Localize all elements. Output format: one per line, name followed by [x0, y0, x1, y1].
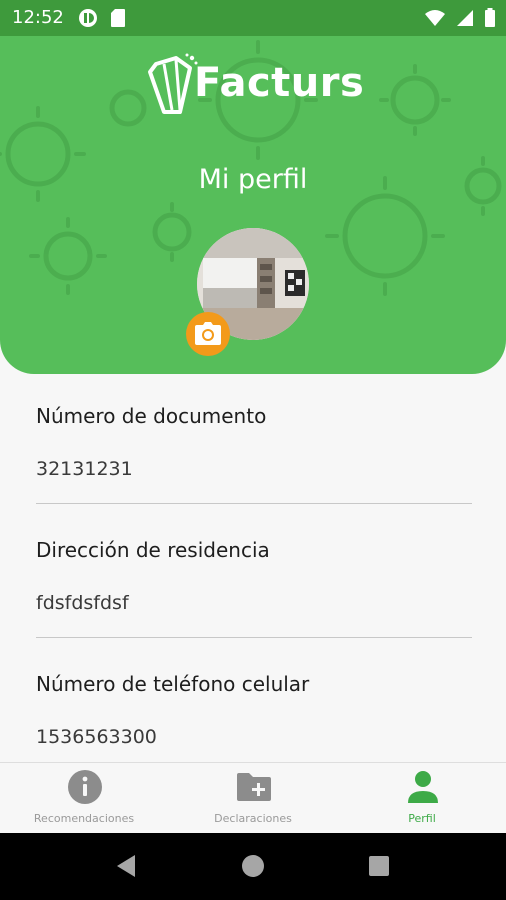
profile-header: Facturs Mi perfil: [0, 36, 506, 374]
brand-name: Facturs: [194, 60, 365, 106]
recents-icon[interactable]: [368, 855, 390, 877]
wifi-icon: [425, 10, 445, 26]
nav-label: Perfil: [408, 812, 436, 825]
shield-logo-icon: [148, 53, 198, 114]
field-address: Dirección de residencia fdsfdsfdsf: [36, 508, 472, 642]
nav-item-perfil[interactable]: Perfil: [338, 763, 506, 833]
home-icon[interactable]: [241, 854, 265, 878]
field-value: fdsfdsfdsf: [36, 592, 129, 614]
nav-label: Declaraciones: [214, 812, 292, 825]
bottom-navigation: Recomendaciones Declaraciones Perfil: [0, 762, 506, 833]
field-phone: Número de teléfono celular 1536563300: [36, 642, 472, 776]
folder-add-icon: [237, 773, 271, 801]
profile-screen: 12:52 Facturs Mi perfil Número de docume…: [0, 0, 506, 900]
nav-label: Recomendaciones: [33, 812, 135, 825]
change-photo-button[interactable]: [186, 312, 230, 356]
back-icon[interactable]: [114, 853, 138, 879]
signal-icon: [457, 10, 473, 26]
system-navigation-bar: [0, 833, 506, 900]
status-time: 12:52: [12, 7, 64, 28]
field-divider: [36, 503, 472, 504]
status-right-icons: [424, 8, 496, 28]
person-icon: [408, 771, 438, 803]
field-value: 1536563300: [36, 726, 157, 748]
field-divider: [36, 637, 472, 638]
sd-card-icon: [111, 9, 125, 27]
field-label: Dirección de residencia: [36, 538, 270, 562]
facturs-logo: Facturs: [146, 52, 366, 122]
podcast-icon: [79, 9, 97, 27]
camera-icon: [195, 322, 221, 345]
page-title: Mi perfil: [198, 164, 308, 195]
nav-item-recomendaciones[interactable]: Recomendaciones: [0, 763, 168, 833]
status-left-icons: [78, 8, 126, 28]
field-label: Número de teléfono celular: [36, 672, 310, 696]
field-value: 32131231: [36, 458, 133, 480]
battery-icon: [485, 8, 495, 27]
nav-item-declaraciones[interactable]: Declaraciones: [169, 763, 337, 833]
profile-fields: Número de documento 32131231 Dirección d…: [36, 374, 472, 776]
status-bar: 12:52: [0, 0, 506, 36]
field-document-number: Número de documento 32131231: [36, 374, 472, 508]
info-icon: [68, 770, 102, 804]
field-label: Número de documento: [36, 404, 267, 428]
